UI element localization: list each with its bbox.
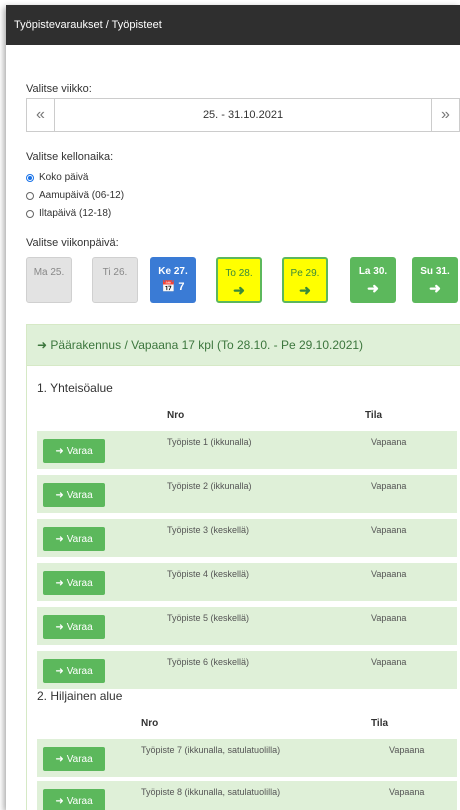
workstation-status: Vapaana [371, 437, 407, 447]
workstation-status: Vapaana [371, 657, 407, 667]
arrow-right-icon: ➜ [367, 280, 379, 296]
workstation-name: Työpiste 5 (keskellä) [167, 613, 250, 623]
app-frame: Työpistevaraukset / Työpisteet Valitse v… [6, 5, 460, 810]
arrow-right-icon: ➜ [55, 533, 64, 545]
week-label: Valitse viikko: [26, 83, 92, 95]
day-button-fri[interactable]: Pe 29. ➜ [282, 257, 328, 303]
workstation-name: Työpiste 2 (ikkunalla) [167, 481, 252, 491]
arrow-right-icon: ➜ [429, 280, 441, 296]
week-selector: « 25. - 31.10.2021 » [26, 98, 460, 132]
day-name: Ti 26. [102, 267, 128, 278]
reserve-button[interactable]: ➜ Varaa [43, 615, 105, 639]
day-button-sun[interactable]: Su 31. ➜ [412, 257, 458, 303]
workstation-status: Vapaana [389, 745, 425, 755]
workstation-status: Vapaana [371, 569, 407, 579]
arrow-right-icon: ➜ [55, 577, 64, 589]
day-label: Valitse viikonpäivä: [26, 237, 119, 249]
time-option-morning[interactable]: Aamupäivä (06-12) [26, 190, 124, 201]
time-option-label: Iltapäivä (12-18) [39, 208, 112, 219]
reserve-button[interactable]: ➜ Varaa [43, 527, 105, 551]
arrow-right-icon: ➜ [55, 665, 64, 677]
day-name: Ma 25. [33, 267, 65, 278]
day-button-tue[interactable]: Ti 26. [92, 257, 138, 303]
section-title: 1. Yhteisöalue [37, 381, 113, 395]
time-option-full-day[interactable]: Koko päivä [26, 172, 88, 183]
day-button-wed[interactable]: Ke 27. 📅 7 [150, 257, 196, 303]
table-row: ➜ Varaa Työpiste 5 (keskellä) Vapaana [37, 607, 457, 645]
arrow-right-icon: ➜ [55, 795, 64, 807]
day-name: La 30. [358, 266, 388, 277]
table-row: ➜ Varaa Työpiste 2 (ikkunalla) Vapaana [37, 475, 457, 513]
reserve-label: Varaa [66, 533, 93, 545]
time-option-label: Aamupäivä (06-12) [39, 190, 125, 201]
arrow-right-icon: ➜ [233, 282, 245, 298]
workstation-name: Työpiste 7 (ikkunalla, satulatuolilla) [141, 745, 281, 755]
radio-icon[interactable] [26, 209, 34, 218]
reserve-label: Varaa [66, 577, 93, 589]
workstation-name: Työpiste 8 (ikkunalla, satulatuolilla) [141, 787, 281, 797]
arrow-right-icon: ➜ [55, 489, 64, 501]
reserve-label: Varaa [66, 795, 93, 807]
prev-week-button[interactable]: « [27, 99, 55, 131]
radio-selected-icon[interactable] [26, 173, 34, 182]
reserve-button[interactable]: ➜ Varaa [43, 747, 105, 771]
week-range: 25. - 31.10.2021 [202, 109, 284, 121]
time-option-afternoon[interactable]: Iltapäivä (12-18) [26, 208, 111, 219]
table-row: ➜ Varaa Työpiste 1 (ikkunalla) Vapaana [37, 431, 457, 469]
day-name: Su 31. [420, 266, 450, 277]
arrow-right-icon: ➜ [55, 621, 64, 633]
day-name: To 28. [225, 268, 253, 279]
table-row: ➜ Varaa Työpiste 6 (keskellä) Vapaana [37, 651, 457, 689]
section-title: 2. Hiljainen alue [37, 689, 123, 703]
workstation-status: Vapaana [371, 525, 407, 535]
workstation-name: Työpiste 1 (ikkunalla) [167, 437, 252, 447]
reserve-button[interactable]: ➜ Varaa [43, 483, 105, 507]
table-row: ➜ Varaa Työpiste 3 (keskellä) Vapaana [37, 519, 457, 557]
reserve-button[interactable]: ➜ Varaa [43, 789, 105, 810]
time-label: Valitse kellonaika: [26, 151, 114, 163]
column-header-nro: Nro [141, 718, 159, 729]
workstation-name: Työpiste 4 (keskellä) [167, 569, 250, 579]
day-button-mon[interactable]: Ma 25. [26, 257, 72, 303]
reserve-label: Varaa [66, 753, 93, 765]
panel-title: ➜ Päärakennus / Vapaana 17 kpl (To 28.10… [27, 325, 460, 366]
breadcrumb: Työpistevaraukset / Työpisteet [6, 5, 460, 45]
next-week-button[interactable]: » [431, 99, 459, 131]
table-row: ➜ Varaa Työpiste 4 (keskellä) Vapaana [37, 563, 457, 601]
workstation-name: Työpiste 3 (keskellä) [167, 525, 250, 535]
time-option-label: Koko päivä [39, 172, 89, 183]
arrow-right-icon: ➜ [55, 445, 64, 457]
reserve-button[interactable]: ➜ Varaa [43, 439, 105, 463]
column-header-nro: Nro [167, 410, 185, 421]
reserve-button[interactable]: ➜ Varaa [43, 659, 105, 683]
arrow-right-icon: ➜ [55, 753, 64, 765]
reserve-label: Varaa [66, 621, 93, 633]
table-row: ➜ Varaa Työpiste 8 (ikkunalla, satulatuol… [37, 781, 457, 810]
day-button-sat[interactable]: La 30. ➜ [350, 257, 396, 303]
column-header-tila: Tila [371, 718, 389, 729]
workstation-name: Työpiste 6 (keskellä) [167, 657, 250, 667]
workstation-status: Vapaana [371, 613, 407, 623]
day-name: Pe 29. [290, 268, 320, 279]
radio-icon[interactable] [26, 191, 34, 200]
reserve-label: Varaa [66, 665, 93, 677]
arrow-right-icon: ➜ [299, 282, 311, 298]
column-header-tila: Tila [365, 410, 383, 421]
day-name: Ke 27. [158, 266, 188, 277]
workstation-status: Vapaana [389, 787, 425, 797]
workstation-status: Vapaana [371, 481, 407, 491]
table-row: ➜ Varaa Työpiste 7 (ikkunalla, satulatuol… [37, 739, 457, 777]
reserve-label: Varaa [66, 489, 93, 501]
calendar-check-icon: 📅 7 [161, 281, 185, 293]
reserve-label: Varaa [66, 445, 93, 457]
reserve-button[interactable]: ➜ Varaa [43, 571, 105, 595]
day-button-thu[interactable]: To 28. ➜ [216, 257, 262, 303]
building-panel: ➜ Päärakennus / Vapaana 17 kpl (To 28.10… [26, 324, 460, 810]
